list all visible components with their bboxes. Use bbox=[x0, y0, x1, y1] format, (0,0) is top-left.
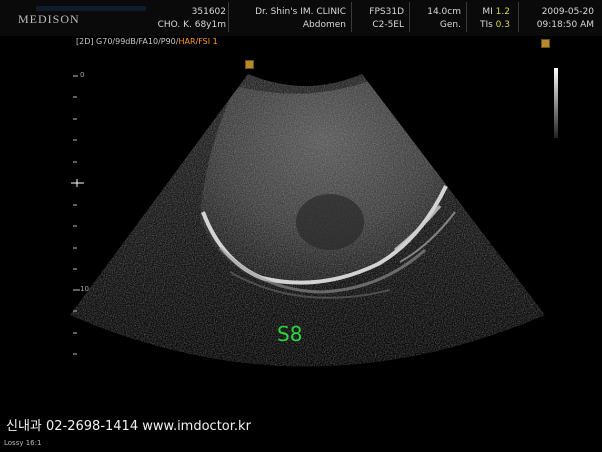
orientation-marker-icon bbox=[245, 60, 254, 69]
logo-bar bbox=[36, 6, 146, 11]
patient-id: 351602 bbox=[191, 7, 226, 17]
imaging-parameters: [2D] G70/99dB/FA10/P90/HAR/FSI 1 bbox=[76, 37, 218, 46]
patient-name: CHO. K. 68y1m bbox=[157, 20, 226, 30]
segment-annotation: S8 bbox=[277, 322, 303, 346]
params-white: [2D] G70/99dB/FA10/P90/ bbox=[76, 37, 179, 46]
tis-label: TIs bbox=[479, 20, 493, 30]
manufacturer-logo: MEDISON bbox=[18, 12, 80, 26]
params-harmonic: HAR/FSI 1 bbox=[178, 37, 218, 46]
frequency-mode: Gen. bbox=[439, 20, 461, 30]
exam-time: 09:18:50 AM bbox=[536, 20, 594, 30]
clinic-footer: 신내과 02-2698-1414 www.imdoctor.kr bbox=[6, 419, 251, 434]
compression-info: Lossy 16:1 bbox=[4, 439, 42, 447]
depth-label-0: 0 bbox=[80, 71, 85, 79]
exam-date: 2009-05-20 bbox=[541, 7, 594, 17]
grayscale-bar bbox=[554, 68, 558, 138]
hypoechoic-area bbox=[296, 194, 364, 250]
depth-value: 14.0cm bbox=[427, 7, 461, 17]
depth-label-10: 10 bbox=[80, 285, 89, 293]
exam-type: Abdomen bbox=[302, 20, 346, 30]
preset: FPS31D bbox=[369, 7, 404, 17]
focus-marker-icon bbox=[541, 39, 550, 48]
ultrasound-image bbox=[70, 74, 545, 367]
mi-value: 1.2 bbox=[495, 7, 510, 17]
info-header: MEDISON 351602 CHO. K. 68y1m Dr. Shin's … bbox=[0, 0, 602, 36]
tis-value: 0.3 bbox=[495, 20, 510, 30]
probe: C2-5EL bbox=[372, 20, 404, 30]
clinic-name: Dr. Shin's IM. CLINIC bbox=[255, 7, 346, 17]
mi-label: MI bbox=[482, 7, 493, 17]
